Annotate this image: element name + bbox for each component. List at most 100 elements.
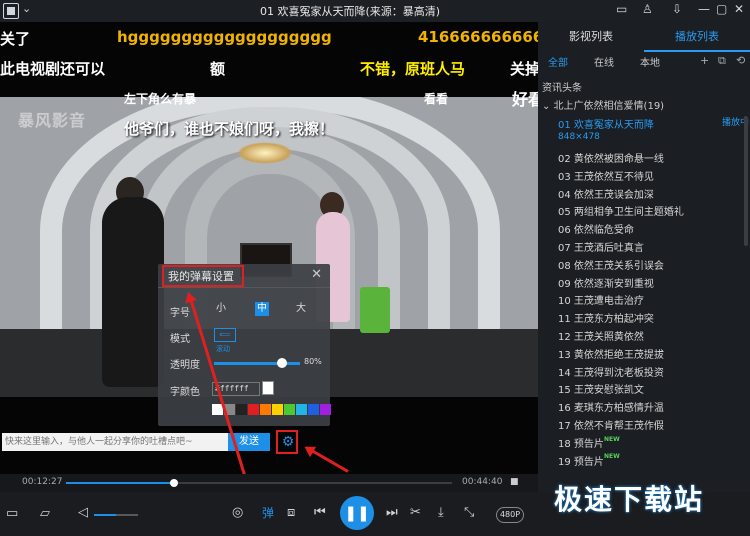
copy-icon[interactable]: ⧉ xyxy=(718,54,726,68)
playlist-item[interactable]: 18 预告片 xyxy=(558,435,604,450)
color-swatch[interactable] xyxy=(296,404,307,415)
scrollbar[interactable] xyxy=(744,116,748,246)
color-swatch[interactable] xyxy=(272,404,283,415)
playlist-item[interactable]: 05 两组相争卫生间主题婚礼 xyxy=(558,203,684,218)
danmaku-input-bar: 发送 ⚙ xyxy=(0,432,305,452)
playlist-item[interactable]: 03 王茂依然互不待见 xyxy=(558,168,654,183)
download-manager-icon[interactable]: ⇩ xyxy=(672,2,682,16)
font-size-label: 字号 xyxy=(170,308,190,319)
main-menu-caret-icon[interactable]: ⌄ xyxy=(22,2,31,15)
playlist-item[interactable]: 08 依然王茂关系引误会 xyxy=(558,257,664,272)
font-size-small-option[interactable]: 小 xyxy=(214,302,228,316)
opacity-value: 80% xyxy=(304,357,322,366)
playlist-item[interactable]: 13 黄依然拒绝王茂提拔 xyxy=(558,346,664,361)
playlist-item[interactable]: 04 依然王茂误会加深 xyxy=(558,186,654,201)
danmaku-comment: 看看 xyxy=(424,92,449,106)
playlist-group-header[interactable]: ⌄ 北上广依然相信爱情(19) xyxy=(542,97,664,112)
chandelier xyxy=(237,142,293,164)
font-size-large-option[interactable]: 大 xyxy=(294,302,308,316)
minimize-button[interactable]: — xyxy=(698,2,710,16)
danmaku-button[interactable]: 弹 xyxy=(259,504,277,522)
subtab-local[interactable]: 本地 xyxy=(640,54,660,69)
quality-selector[interactable]: 480P xyxy=(496,507,524,523)
playlist-item[interactable]: 16 麦琪东方柏感情升温 xyxy=(558,399,664,414)
close-icon[interactable]: ✕ xyxy=(311,267,322,282)
app-logo-icon[interactable] xyxy=(3,3,19,19)
danmaku-comment: 关掉 xyxy=(510,60,538,78)
danmaku-mode-icon[interactable]: ◎ xyxy=(232,505,243,520)
playlist-item[interactable]: 02 黄依然被困命悬一线 xyxy=(558,150,664,165)
video-watermark: 暴风影音 xyxy=(18,111,87,130)
playlist-item[interactable]: 11 王茂东方柏起冲突 xyxy=(558,310,654,325)
playlist-sidebar: 影视列表 播放列表 全部 在线 本地 + ⧉ ⟲ 资讯头条 ⌄ 北上广依然相信爱… xyxy=(538,22,750,492)
opacity-slider-thumb[interactable] xyxy=(277,358,287,368)
download-icon[interactable]: ⤓ xyxy=(438,505,444,520)
skin-icon[interactable]: ♙ xyxy=(642,2,653,16)
mode-label: 模式 xyxy=(170,334,190,345)
fullscreen-icon[interactable]: ⤡ xyxy=(464,505,474,520)
title-bar: ⌄ 01 欢喜冤家从天而降(来源：暴高清) ▭ ♙ ⇩ — ▢ ✕ xyxy=(0,0,750,22)
scissors-icon[interactable]: ✂ xyxy=(410,505,421,520)
sidebar-subtabs: 全部 在线 本地 + ⧉ ⟲ xyxy=(538,54,750,72)
progress-bar-area: 00:12:27 00:44:40 ■ xyxy=(0,474,538,492)
color-swatch[interactable] xyxy=(284,404,295,415)
actor-man xyxy=(102,197,164,387)
playlist-item[interactable]: 07 王茂酒后吐真言 xyxy=(558,239,644,254)
color-swatch[interactable] xyxy=(236,404,247,415)
text-color-label: 字颜色 xyxy=(170,387,200,398)
tab-video-list[interactable]: 影视列表 xyxy=(538,22,644,52)
open-file-icon[interactable]: ▱ xyxy=(40,506,50,521)
elapsed-time: 00:12:27 xyxy=(22,477,63,487)
color-swatch[interactable] xyxy=(260,404,271,415)
current-color-swatch[interactable] xyxy=(262,381,274,395)
total-time: 00:44:40 xyxy=(462,477,503,487)
playlist-item[interactable]: 17 依然不肯帮王茂作假 xyxy=(558,417,664,432)
add-icon[interactable]: + xyxy=(700,54,709,67)
danmaku-comment: 他爷们，谁也不娘们呀，我擦！ xyxy=(124,120,335,138)
seek-bar-thumb[interactable] xyxy=(169,479,178,487)
playlist-item[interactable]: 15 王茂安慰张凯文 xyxy=(558,381,644,396)
open-folder-icon[interactable]: ▭ xyxy=(6,506,18,521)
next-icon[interactable]: ⏭ xyxy=(386,505,398,520)
seek-bar[interactable] xyxy=(66,482,452,484)
danmaku-input[interactable] xyxy=(2,433,228,451)
danmaku-settings-panel: 我的弹幕设置 ✕ 字号 小 中 大 模式 ⟸ 滚动 透明度 80% 字颜色 #f… xyxy=(158,264,331,426)
playlist-item[interactable]: 06 依然临危受命 xyxy=(558,221,634,236)
equalizer-icon[interactable]: ⧈ xyxy=(287,505,295,520)
pause-button[interactable]: ❚❚ xyxy=(340,496,374,530)
danmaku-comment: 左下角么有暴 xyxy=(124,92,197,106)
scroll-mode-text: 滚动 xyxy=(216,345,230,353)
color-swatch[interactable] xyxy=(320,404,331,415)
color-swatch[interactable] xyxy=(248,404,259,415)
danmaku-comment: 额 xyxy=(210,60,226,78)
playlist-item[interactable]: 10 王茂遭电击治疗 xyxy=(558,292,644,307)
playlist-item[interactable]: 09 依然逐渐安到重视 xyxy=(558,275,654,290)
sidebar-tabs: 影视列表 播放列表 xyxy=(538,22,750,52)
window-title: 01 欢喜冤家从天而降(来源：暴高清) xyxy=(259,5,441,18)
playlist-item[interactable]: 19 预告片 xyxy=(558,453,604,468)
maximize-button[interactable]: ▢ xyxy=(716,2,727,16)
playlist-item[interactable]: 14 王茂得到沈老板投资 xyxy=(558,364,664,379)
section-news[interactable]: 资讯头条 xyxy=(542,79,582,94)
color-swatch[interactable] xyxy=(308,404,319,415)
opacity-slider[interactable] xyxy=(214,362,300,365)
subtab-all[interactable]: 全部 xyxy=(548,54,568,69)
seek-bar-fill xyxy=(66,482,174,484)
video-area[interactable]: 暴风影音 关了 hggggggggggggggggggg 41666666666… xyxy=(0,22,538,474)
close-button[interactable]: ✕ xyxy=(734,2,744,16)
playlist-item[interactable]: 12 王茂关照黄依然 xyxy=(558,328,644,343)
scroll-mode-icon[interactable]: ⟸ xyxy=(214,328,236,342)
volume-icon[interactable]: ◁ xyxy=(78,505,88,520)
font-size-medium-option[interactable]: 中 xyxy=(255,302,269,316)
previous-icon[interactable]: ⏮ xyxy=(314,505,326,520)
danmaku-comment: 不错，原班人马 xyxy=(360,60,466,78)
tab-playlist[interactable]: 播放列表 xyxy=(644,22,750,52)
subtab-online[interactable]: 在线 xyxy=(594,54,614,69)
mini-mode-icon[interactable]: ▭ xyxy=(616,2,627,16)
stop-icon[interactable]: ■ xyxy=(510,477,519,487)
volume-slider[interactable] xyxy=(94,514,138,516)
playlist-item[interactable]: 01 欢喜冤家从天而降 xyxy=(558,116,654,131)
refresh-icon[interactable]: ⟲ xyxy=(736,54,745,67)
opacity-label: 透明度 xyxy=(170,360,200,371)
danmaku-comment: 此电视剧还可以 xyxy=(0,60,106,78)
